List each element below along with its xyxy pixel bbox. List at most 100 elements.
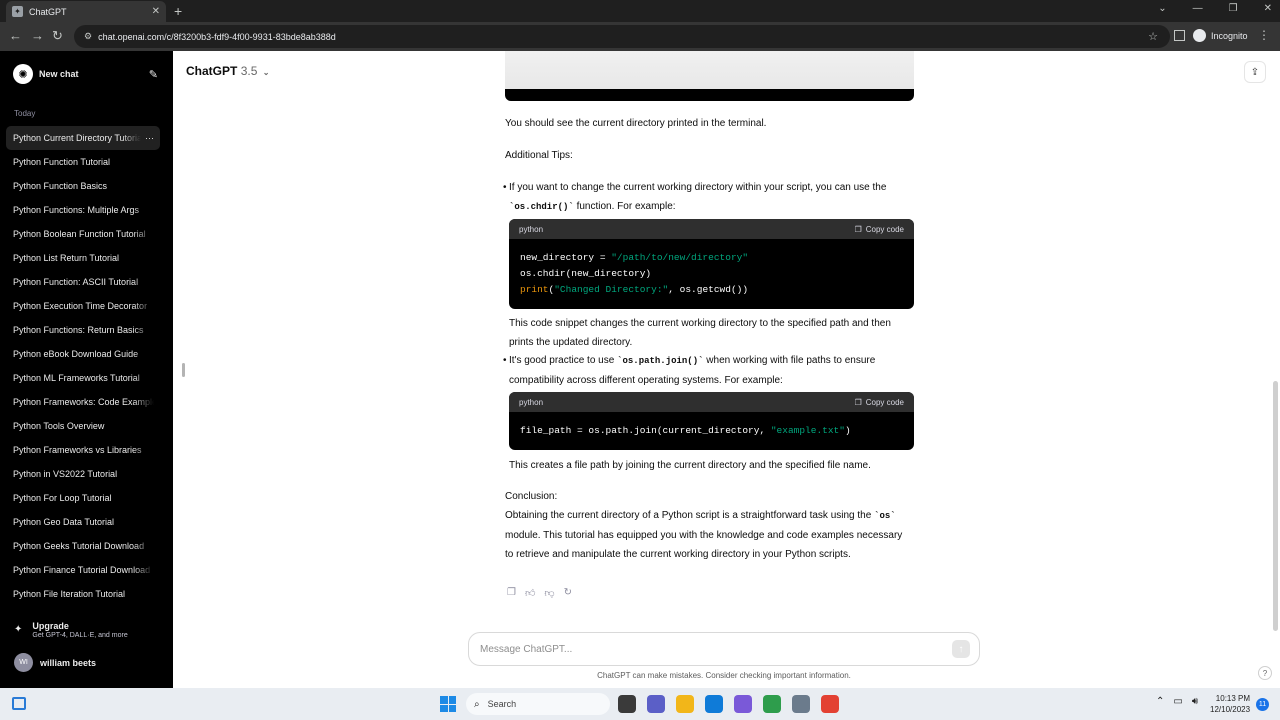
code-block: python ❐ Copy code new_directory = "/path…: [509, 219, 914, 309]
sidebar-item[interactable]: Python Geo Data Tutorial: [6, 510, 160, 534]
code-header: python ❐ Copy code: [509, 392, 914, 412]
taskbar-clock[interactable]: 10:13 PM 12/10/2023: [1210, 693, 1250, 715]
code-body: file_path = os.path.join(current_directo…: [520, 425, 851, 436]
sidebar-item[interactable]: Python Current Directory Tutorial ···: [6, 126, 160, 150]
copy-icon[interactable]: ❐: [507, 587, 516, 599]
forward-arrow-icon[interactable]: →: [31, 28, 44, 43]
sidebar-item[interactable]: Python Function Basics: [6, 174, 160, 198]
copy-code-button[interactable]: ❐ Copy code: [855, 225, 904, 234]
incognito-badge[interactable]: Incognito: [1193, 29, 1248, 42]
start-button[interactable]: [440, 696, 456, 712]
model-name: ChatGPT: [186, 64, 238, 78]
browser-menu-icon[interactable]: ⋮: [1258, 28, 1270, 42]
code-language: python: [519, 397, 544, 407]
sidebar-item[interactable]: Python Finance Tutorial Download: [6, 558, 160, 582]
taskbar-app-icon[interactable]: [734, 695, 752, 713]
bullet-icon: •: [503, 182, 507, 193]
taskbar-app-icon[interactable]: [792, 695, 810, 713]
reload-icon[interactable]: ↻: [52, 28, 63, 44]
chat-main: ChatGPT 3.5 ⌄ ⇪ You should see the curre…: [173, 51, 1280, 688]
sidebar-item[interactable]: Python Geeks Tutorial Download: [6, 534, 160, 558]
inline-code: `os.chdir()`: [509, 202, 574, 212]
share-button[interactable]: ⇪: [1244, 61, 1266, 83]
side-panel-icon[interactable]: [1174, 30, 1185, 41]
inline-code: `os`: [874, 511, 896, 521]
share-icon: ⇪: [1250, 66, 1260, 78]
file-explorer-icon[interactable]: [676, 695, 694, 713]
new-chat-label: New chat: [39, 69, 79, 79]
chrome-icon[interactable]: [821, 695, 839, 713]
widgets-icon[interactable]: [12, 697, 26, 710]
network-icon[interactable]: ▭: [1173, 696, 1182, 707]
clock-time: 10:13 PM: [1215, 694, 1251, 703]
address-bar[interactable]: ⚙ chat.openai.com/c/8f3200b3-fdf9-4f00-9…: [74, 25, 1170, 48]
upgrade-button[interactable]: ✦ Upgrade Get GPT-4, DALL·E, and more: [14, 621, 128, 639]
previous-code-block: [505, 51, 914, 101]
sidebar-item[interactable]: Python Frameworks: Code Examples: [6, 390, 160, 414]
sidebar-item[interactable]: Python ML Frameworks Tutorial: [6, 366, 160, 390]
user-name: william beets: [40, 657, 97, 668]
bookmark-star-icon[interactable]: ☆: [1148, 30, 1158, 43]
sidebar-item[interactable]: Python Frameworks vs Libraries: [6, 438, 160, 462]
url-text: chat.openai.com/c/8f3200b3-fdf9-4f00-993…: [98, 31, 336, 42]
sidebar-item[interactable]: Python eBook Download Guide: [6, 342, 160, 366]
new-chat-button[interactable]: ✺ New chat ✎: [8, 63, 158, 85]
chevron-up-icon[interactable]: ⌃: [1156, 696, 1164, 707]
message-input[interactable]: Message ChatGPT... ↑: [468, 632, 980, 666]
chevron-down-icon: ⌄: [262, 68, 270, 77]
notification-badge[interactable]: 11: [1256, 698, 1269, 711]
taskbar-search[interactable]: ⌕ Search: [466, 693, 610, 715]
message-paragraph: Obtaining the current directory of a Pyt…: [505, 510, 903, 560]
code-language: python: [519, 224, 544, 234]
sidebar-item[interactable]: Python Boolean Function Tutorial: [6, 222, 160, 246]
sparkle-icon: ✦: [14, 624, 23, 635]
edit-icon[interactable]: ✎: [149, 68, 158, 81]
site-info-icon[interactable]: ⚙: [84, 31, 92, 42]
send-button[interactable]: ↑: [952, 640, 970, 658]
taskbar-app-icon[interactable]: [763, 695, 781, 713]
close-window-icon[interactable]: ✕: [1264, 3, 1272, 14]
message-paragraph: Additional Tips:: [505, 150, 573, 161]
new-tab-icon[interactable]: +: [174, 3, 182, 19]
model-selector[interactable]: ChatGPT 3.5 ⌄: [186, 64, 269, 78]
taskbar-app-icon[interactable]: [618, 695, 636, 713]
user-menu[interactable]: WI william beets: [14, 653, 96, 672]
tab-search-icon[interactable]: ⌄: [1158, 3, 1166, 14]
sidebar-item[interactable]: Python Execution Time Decorator: [6, 294, 160, 318]
tab-title: ChatGPT: [29, 6, 67, 17]
message-input-placeholder: Message ChatGPT...: [480, 643, 573, 655]
help-button[interactable]: ?: [1258, 666, 1272, 680]
sidebar-item[interactable]: Python Function Tutorial: [6, 150, 160, 174]
sidebar-item[interactable]: Python Functions: Multiple Args: [6, 198, 160, 222]
back-arrow-icon[interactable]: ←: [9, 28, 22, 43]
sidebar-item[interactable]: Python File Iteration Tutorial: [6, 582, 160, 606]
sidebar-item[interactable]: Python Functions: Return Basics: [6, 318, 160, 342]
restore-icon[interactable]: ❐: [1229, 3, 1238, 14]
sidebar-item[interactable]: Python Tools Overview: [6, 414, 160, 438]
sidebar-item[interactable]: Python in VS2022 Tutorial: [6, 462, 160, 486]
scrollbar[interactable]: [1273, 381, 1278, 631]
sidebar-item[interactable]: Python List Return Tutorial: [6, 246, 160, 270]
clipboard-icon: ❐: [854, 397, 862, 407]
close-tab-icon[interactable]: ✕: [152, 6, 160, 17]
message-paragraph: This code snippet changes the current wo…: [509, 318, 891, 348]
sidebar-toggle-handle[interactable]: [182, 363, 185, 377]
sidebar-item[interactable]: Python Function: ASCII Tutorial: [6, 270, 160, 294]
edge-icon[interactable]: [705, 695, 723, 713]
volume-icon[interactable]: 🔊︎: [1192, 696, 1198, 707]
sidebar-item[interactable]: Python For Loop Tutorial: [6, 486, 160, 510]
avatar: WI: [14, 653, 33, 672]
more-options-icon[interactable]: ···: [145, 133, 154, 143]
taskbar-app-icon[interactable]: [647, 695, 665, 713]
copy-code-button[interactable]: ❐ Copy code: [855, 398, 904, 407]
list-item: • It's good practice to use `os.path.joi…: [503, 351, 914, 390]
thumbs-up-icon[interactable]: 👍︎: [525, 587, 535, 599]
chatgpt-favicon-icon: ✦: [12, 6, 23, 17]
taskbar-apps: [618, 695, 839, 713]
regenerate-icon[interactable]: ↻: [564, 587, 572, 599]
minimize-icon[interactable]: —: [1193, 3, 1203, 14]
browser-tab[interactable]: ✦ ChatGPT ✕: [6, 1, 166, 22]
message-paragraph: You should see the current directory pri…: [505, 118, 767, 129]
search-icon: ⌕: [474, 698, 480, 710]
thumbs-down-icon[interactable]: 👎︎: [544, 587, 554, 599]
